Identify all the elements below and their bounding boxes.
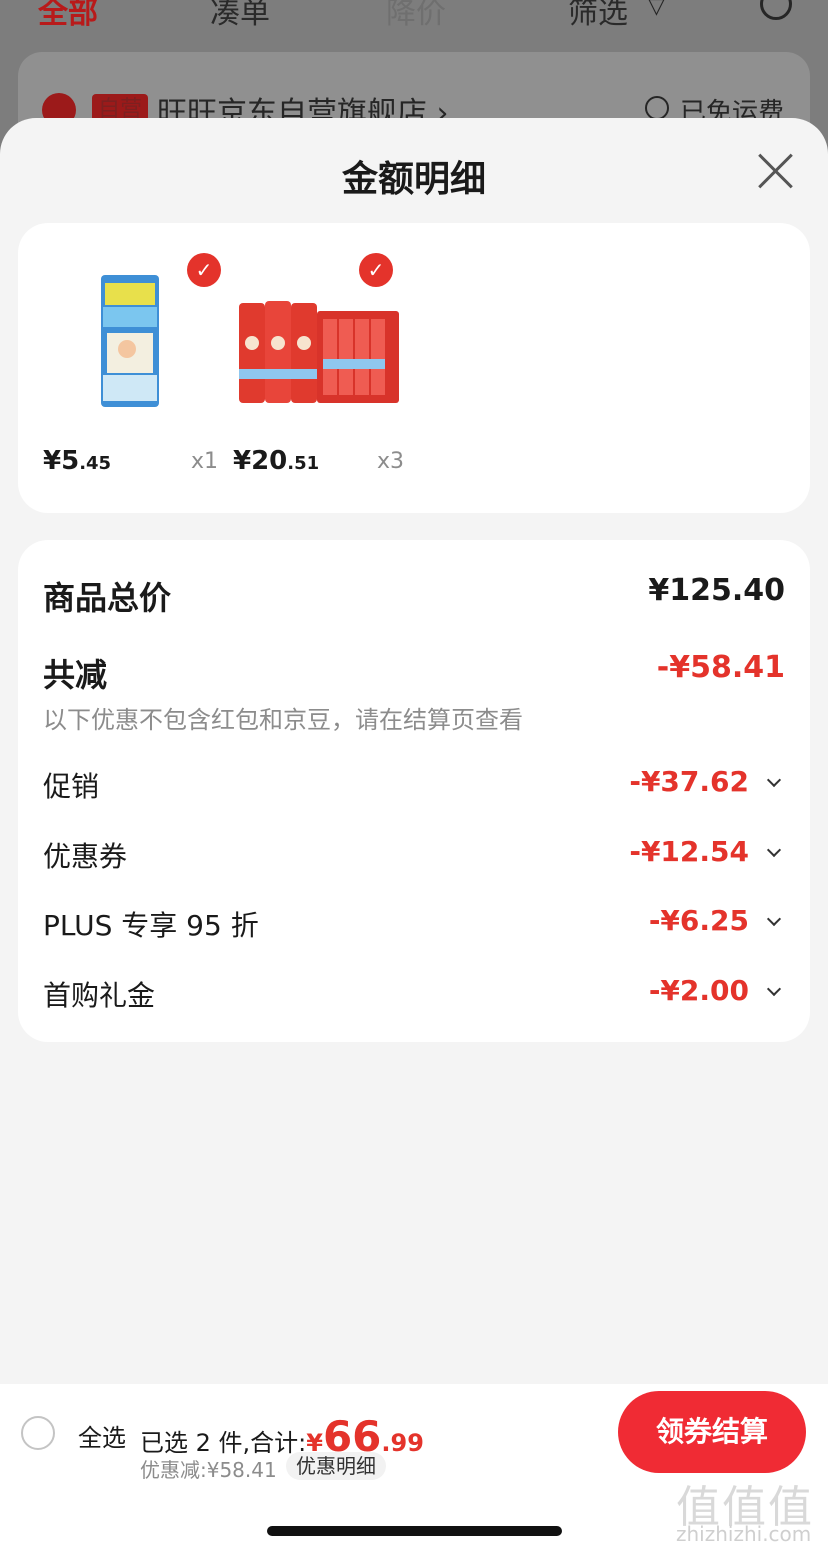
chevron-down-icon[interactable] — [766, 842, 782, 858]
select-all-radio[interactable] — [21, 1416, 55, 1450]
watermark-url: zhizhizhi.com — [676, 1522, 812, 1546]
discount-summary: 优惠减:¥58.41 — [140, 1458, 277, 1482]
discount-value: -¥6.25 — [648, 904, 749, 937]
tab-price-drop[interactable]: 降价 — [386, 0, 446, 32]
milk-product-image — [239, 301, 399, 403]
discount-label: 促销 — [43, 770, 100, 803]
checkout-button[interactable]: 领券结算 — [618, 1391, 806, 1473]
total-reduce-value: -¥58.41 — [656, 650, 785, 685]
discount-row-coupon[interactable]: 优惠券 -¥12.54 — [43, 835, 785, 873]
tab-bundle[interactable]: 凑单 — [210, 0, 270, 32]
select-all-label[interactable]: 全选 — [78, 1418, 126, 1453]
search-icon[interactable] — [760, 0, 792, 20]
selected-count-text: 已选 2 件,合计: — [140, 1429, 307, 1457]
total-reduce-label: 共减 — [43, 656, 108, 694]
total-decimal: .99 — [381, 1429, 424, 1457]
info-icon[interactable] — [645, 96, 669, 120]
filter-icon[interactable]: ▽ — [648, 0, 665, 19]
total-price-label: 商品总价 — [43, 579, 172, 617]
selected-check-icon[interactable]: ✓ — [187, 253, 221, 287]
discount-note: 以下优惠不包含红包和京豆，请在结算页查看 — [43, 706, 523, 734]
sheet-title: 金额明细 — [341, 159, 486, 200]
amount-detail-sheet: 金额明细 ✓ ¥5.45 x1 ✓ ¥20.51 x3 商品总价 ¥125.40… — [0, 118, 828, 1555]
tab-all[interactable]: 全部 — [38, 0, 98, 32]
discount-value: -¥37.62 — [629, 765, 749, 798]
background-tabs: 全部 凑单 降价 筛选 ▽ — [0, 0, 828, 40]
product-price: ¥20.51 — [233, 446, 320, 476]
product-price: ¥5.45 — [43, 446, 112, 476]
product-item[interactable]: ✓ ¥20.51 x3 — [233, 253, 413, 483]
price-summary-card: 商品总价 ¥125.40 共减 -¥58.41 以下优惠不包含红包和京豆，请在结… — [18, 540, 810, 1042]
discount-label: PLUS 专享 95 折 — [43, 909, 259, 942]
close-icon[interactable] — [754, 150, 796, 192]
total-reduce-row: 共减 -¥58.41 — [43, 650, 785, 694]
chevron-down-icon[interactable] — [766, 772, 782, 788]
discount-value: -¥2.00 — [648, 974, 749, 1007]
discount-detail-button[interactable]: 优惠明细 — [286, 1452, 386, 1480]
tab-filter[interactable]: 筛选 — [568, 0, 628, 32]
discount-label: 优惠券 — [43, 840, 128, 873]
product-quantity: x3 — [377, 449, 405, 474]
popsicle-product-image — [101, 275, 159, 407]
discount-row-plus[interactable]: PLUS 专享 95 折 -¥6.25 — [43, 904, 785, 942]
product-item[interactable]: ✓ ¥5.45 x1 — [43, 253, 223, 483]
discount-row-promotion[interactable]: 促销 -¥37.62 — [43, 765, 785, 803]
total-price-row: 商品总价 ¥125.40 — [43, 573, 785, 617]
product-quantity: x1 — [191, 449, 219, 474]
product-card: ✓ ¥5.45 x1 ✓ ¥20.51 x3 — [18, 223, 810, 513]
chevron-down-icon[interactable] — [766, 911, 782, 927]
discount-label: 首购礼金 — [43, 979, 156, 1012]
discount-row-first-purchase[interactable]: 首购礼金 -¥2.00 — [43, 974, 785, 1012]
chevron-down-icon[interactable] — [766, 981, 782, 997]
discount-value: -¥12.54 — [629, 835, 749, 868]
selected-check-icon[interactable]: ✓ — [359, 253, 393, 287]
home-indicator[interactable] — [267, 1526, 562, 1536]
total-price-value: ¥125.40 — [648, 573, 785, 608]
